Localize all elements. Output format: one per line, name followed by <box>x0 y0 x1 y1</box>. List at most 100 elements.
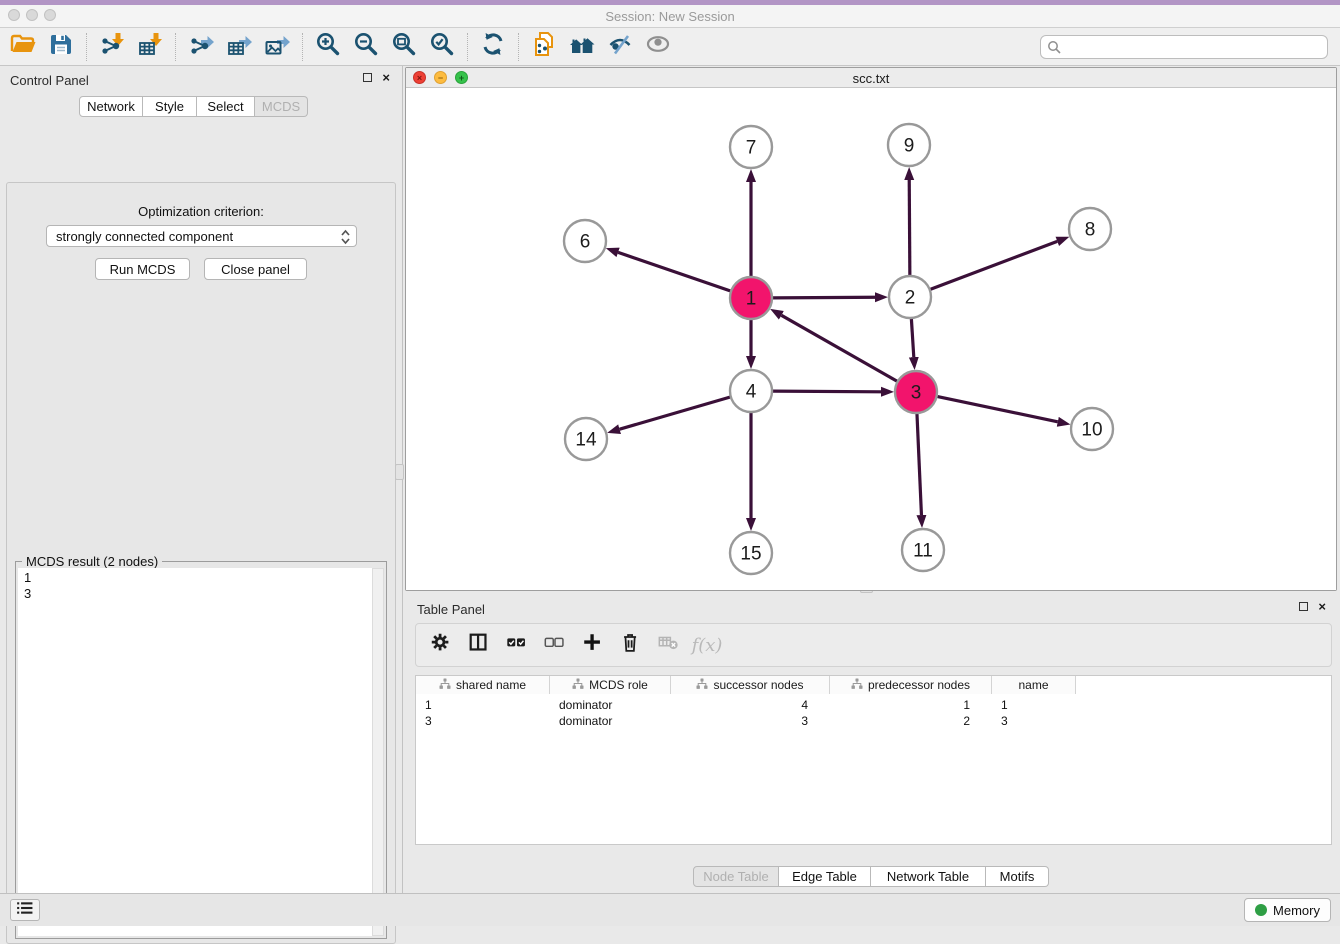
node-label: 4 <box>746 382 757 403</box>
duplicate-network-icon <box>531 31 557 62</box>
network-canvas[interactable]: 7 9 6 8 1 2 4 3 14 10 15 11 <box>406 89 1336 590</box>
node-label: 15 <box>740 544 761 565</box>
edge-3-10[interactable] <box>938 397 1058 422</box>
vertical-splitter-grip[interactable] <box>395 464 404 480</box>
graph-node-11[interactable]: 11 <box>902 529 944 571</box>
deselect-all-button[interactable] <box>538 628 572 662</box>
table-row[interactable]: 1dominator411 <box>416 697 1076 713</box>
node-table: shared name MCDS role successor nodes prede… <box>415 675 1332 845</box>
column-label: predecessor nodes <box>868 678 970 692</box>
node-label: 14 <box>575 430 597 451</box>
tab-motifs[interactable]: Motifs <box>986 866 1049 887</box>
column-header-predecessor-nodes[interactable]: predecessor nodes <box>830 676 992 694</box>
delete-table-button <box>652 628 686 662</box>
tab-network-table[interactable]: Network Table <box>871 866 986 887</box>
edge-3-1[interactable] <box>781 315 896 381</box>
zoom-out-button[interactable] <box>347 30 385 64</box>
gear-button[interactable] <box>424 628 458 662</box>
memory-button[interactable]: Memory <box>1244 898 1331 922</box>
edge-2-3[interactable] <box>911 319 913 357</box>
zoom-selected-icon <box>429 31 455 62</box>
select-all-button[interactable] <box>500 628 534 662</box>
cell-name: 3 <box>992 713 1076 729</box>
trash-button[interactable] <box>614 628 648 662</box>
control-panel: Control Panel × NetworkStyleSelectMCDS O… <box>0 66 402 893</box>
mcds-result-list[interactable]: 13 <box>18 568 372 936</box>
cell-shared-name: 3 <box>416 713 550 729</box>
tab-mcds[interactable]: MCDS <box>255 96 308 117</box>
function-button: f(x) <box>690 628 724 662</box>
hide-network-button[interactable] <box>601 30 639 64</box>
function-icon: f(x) <box>692 635 723 656</box>
export-image-button[interactable] <box>258 30 296 64</box>
save-button[interactable] <box>42 30 80 64</box>
column-label: MCDS role <box>589 678 648 692</box>
edge-4-14[interactable] <box>620 397 730 429</box>
export-network-button[interactable] <box>182 30 220 64</box>
run-mcds-button[interactable]: Run MCDS <box>95 258 190 280</box>
zoom-in-icon <box>315 31 341 62</box>
home-button[interactable] <box>563 30 601 64</box>
column-header-successor-nodes[interactable]: successor nodes <box>671 676 830 694</box>
toolbar-separator <box>518 33 519 61</box>
home-icon <box>569 31 595 62</box>
graph-node-15[interactable]: 15 <box>730 532 772 574</box>
column-header-MCDS-role[interactable]: MCDS role <box>550 676 671 694</box>
edge-1-6[interactable] <box>618 252 730 290</box>
graph-node-4[interactable]: 4 <box>730 370 772 412</box>
refresh-icon <box>480 31 506 62</box>
graph-node-1[interactable]: 1 <box>730 277 772 319</box>
edge-1-2[interactable] <box>773 297 875 298</box>
control-panel-float-button[interactable] <box>363 73 372 82</box>
graph-node-6[interactable]: 6 <box>564 220 606 262</box>
zoom-selected-button[interactable] <box>423 30 461 64</box>
table-panel-close-button[interactable]: × <box>1318 602 1326 611</box>
edge-4-3[interactable] <box>773 391 881 392</box>
search-input[interactable] <box>1040 35 1328 59</box>
delete-table-icon <box>657 631 681 660</box>
graph-node-10[interactable]: 10 <box>1071 408 1113 450</box>
task-history-button[interactable] <box>10 899 40 921</box>
network-graph[interactable]: 7 9 6 8 1 2 4 3 14 10 15 11 <box>406 89 1336 590</box>
columns-button[interactable] <box>462 628 496 662</box>
graph-node-9[interactable]: 9 <box>888 124 930 166</box>
mcds-result-title: MCDS result (2 nodes) <box>22 554 162 569</box>
edge-3-11[interactable] <box>917 414 921 515</box>
column-header-name[interactable]: name <box>992 676 1076 694</box>
graph-node-8[interactable]: 8 <box>1069 208 1111 250</box>
edge-2-9[interactable] <box>909 180 910 275</box>
zoom-in-button[interactable] <box>309 30 347 64</box>
duplicate-network-button[interactable] <box>525 30 563 64</box>
table-row[interactable]: 3dominator323 <box>416 713 1076 729</box>
tab-node-table[interactable]: Node Table <box>693 866 779 887</box>
control-panel-close-button[interactable]: × <box>382 73 390 82</box>
export-table-button[interactable] <box>220 30 258 64</box>
main-titlebar: Session: New Session <box>0 5 1340 28</box>
column-header-shared-name[interactable]: shared name <box>416 676 550 694</box>
open-folder-button[interactable] <box>4 30 42 64</box>
import-table-button[interactable] <box>131 30 169 64</box>
tab-style[interactable]: Style <box>143 96 197 117</box>
graph-node-14[interactable]: 14 <box>565 418 607 460</box>
add-button[interactable] <box>576 628 610 662</box>
import-network-icon <box>99 31 125 62</box>
close-panel-button[interactable]: Close panel <box>204 258 307 280</box>
mcds-result-scrollbar[interactable] <box>372 568 384 936</box>
zoom-fit-button[interactable] <box>385 30 423 64</box>
show-network-button[interactable] <box>639 30 677 64</box>
tab-network[interactable]: Network <box>79 96 143 117</box>
graph-node-2[interactable]: 2 <box>889 276 931 318</box>
tab-edge-table[interactable]: Edge Table <box>779 866 871 887</box>
optimization-criterion-dropdown[interactable]: strongly connected component <box>46 225 357 247</box>
hide-network-icon <box>607 31 633 62</box>
table-panel-float-button[interactable] <box>1299 602 1308 611</box>
refresh-button[interactable] <box>474 30 512 64</box>
import-network-button[interactable] <box>93 30 131 64</box>
toolbar-separator <box>175 33 176 61</box>
save-icon <box>48 31 74 62</box>
graph-node-7[interactable]: 7 <box>730 126 772 168</box>
graph-node-3[interactable]: 3 <box>895 371 937 413</box>
cell-predecessor-nodes: 1 <box>830 697 992 713</box>
edge-2-8[interactable] <box>931 241 1058 289</box>
tab-select[interactable]: Select <box>197 96 255 117</box>
